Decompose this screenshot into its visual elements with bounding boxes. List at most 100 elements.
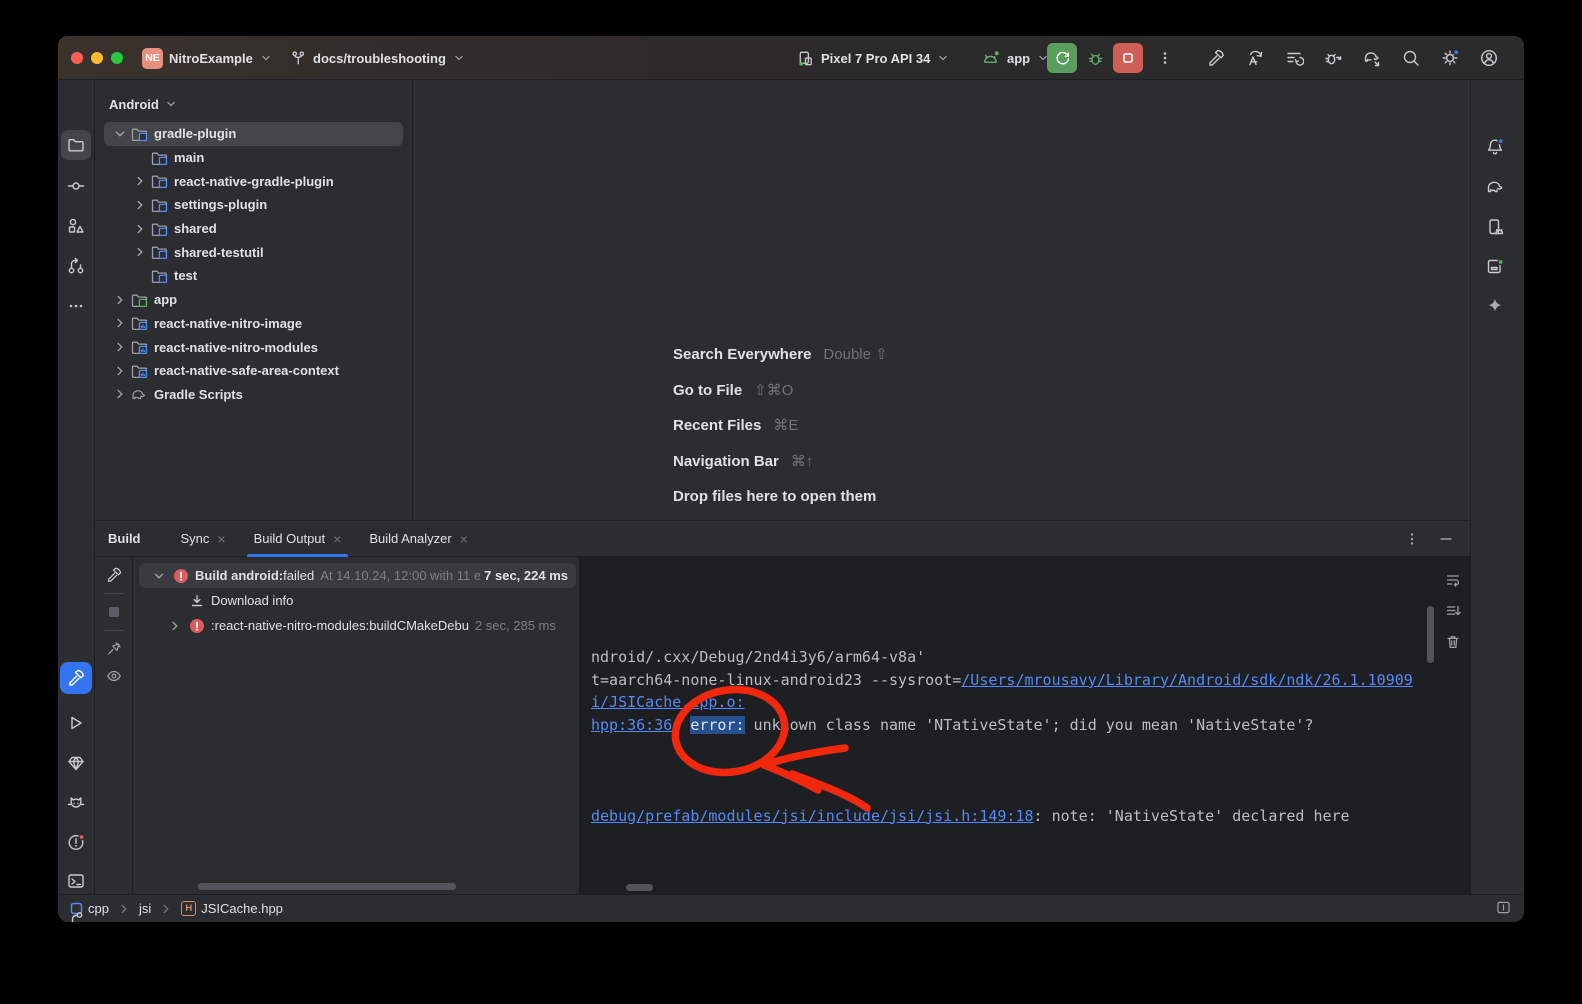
more-actions-button[interactable] [1150,43,1180,73]
module-folder-icon [151,173,168,189]
vcs-branch-widget[interactable]: docs/troubleshooting [290,36,466,80]
view-options-icon[interactable] [105,667,123,685]
soft-wrap-icon[interactable] [1444,571,1462,589]
build-tree-row[interactable]: Download info [133,588,579,613]
more-tools-button[interactable] [61,291,91,321]
project-view-selector[interactable]: Android [95,86,412,122]
build-tree-row[interactable]: Build android: failedAt 14.10.24, 12:00 … [139,563,576,588]
titlebar-actions [1196,36,1508,80]
tree-item-gradle-scripts[interactable]: Gradle Scripts [104,383,403,407]
run-tool-button[interactable] [61,708,91,738]
minimize-button[interactable] [91,52,103,64]
device-selector[interactable]: Pixel 7 Pro API 34 [796,36,950,80]
kebab-menu-icon[interactable] [1404,531,1420,547]
build-variants-button[interactable] [1274,48,1313,68]
pin-icon[interactable] [105,640,123,658]
device-manager-tool-button[interactable] [1480,212,1510,242]
hide-panel-icon[interactable] [1438,531,1454,547]
tree-item-test[interactable]: test [104,264,403,288]
terminal-tool-button[interactable] [61,866,91,896]
tree-item-react-native-gradle-plugin[interactable]: react-native-gradle-plugin [104,169,403,193]
problems-tool-button[interactable] [61,827,91,857]
horizontal-scrollbar[interactable] [626,884,653,891]
tree-chevron-icon[interactable] [112,126,128,142]
attach-debugger-button[interactable] [1313,48,1352,68]
tab-sync[interactable]: Sync× [171,521,236,556]
chevron-spacer [132,150,148,166]
console-text: unknown class name 'NTativeState'; did y… [745,716,1314,734]
download-icon [189,593,205,609]
vertical-scrollbar[interactable] [1427,606,1434,663]
project-widget[interactable]: NE NitroExample [142,36,273,80]
scroll-to-end-icon[interactable] [1444,602,1462,620]
tab-build-analyzer[interactable]: Build Analyzer× [359,521,478,556]
tree-chevron-icon[interactable] [112,292,128,308]
pull-requests-tool-button[interactable] [61,251,91,281]
tree-item-settings-plugin[interactable]: settings-plugin [104,193,403,217]
tree-item-main[interactable]: main [104,146,403,170]
tab-build-output[interactable]: Build Output× [244,521,352,556]
close-tab-icon[interactable]: × [333,532,341,546]
shortcut-label: Recent Files [673,417,761,434]
console-file-link[interactable]: debug/prefab/modules/jsi/include/jsi/jsi… [591,807,1034,825]
tree-item-react-native-nitro-modules[interactable]: react-native-nitro-modules [104,335,403,359]
gradle-sync-button[interactable] [1352,48,1391,68]
tree-chevron-icon[interactable] [132,221,148,237]
profiler-tool-button[interactable] [61,748,91,778]
git-tool-button[interactable] [61,905,91,922]
tree-item-label: shared-testutil [174,245,264,260]
notifications-widget[interactable] [1495,899,1512,919]
close-tab-icon[interactable]: × [217,532,225,546]
settings-button[interactable] [1430,48,1469,68]
running-devices-tool-button[interactable] [1480,251,1510,281]
tree-item-gradle-plugin[interactable]: gradle-plugin [104,122,403,146]
project-tool-button[interactable] [61,130,91,160]
search-everywhere-button[interactable] [1391,48,1430,68]
gradle-tool-button[interactable] [1480,172,1510,202]
tree-chevron-icon[interactable] [132,197,148,213]
zoom-button[interactable] [111,52,123,64]
run-config-selector[interactable]: app [980,36,1050,80]
tree-item-shared[interactable]: shared [104,217,403,241]
account-button[interactable] [1469,48,1508,68]
console-line: ndroid/.cxx/Debug/2nd4i3y6/arm64-v8a' [591,646,1436,669]
build-tree-row[interactable]: :react-native-nitro-modules:buildCMakeDe… [133,613,579,638]
stop-build-icon[interactable] [105,603,123,621]
tree-item-react-native-nitro-image[interactable]: react-native-nitro-image [104,312,403,336]
tree-chevron-icon[interactable] [132,244,148,260]
device-name: Pixel 7 Pro API 34 [821,51,930,66]
tree-chevron-icon[interactable] [112,339,128,355]
tree-chevron-icon[interactable] [112,363,128,379]
stop-button[interactable] [1113,43,1143,73]
horizontal-scrollbar[interactable] [198,883,456,890]
breadcrumb-item-jsicache-hpp[interactable]: HJSICache.hpp [181,901,283,916]
tree-item-shared-testutil[interactable]: shared-testutil [104,240,403,264]
tree-chevron-icon[interactable] [112,315,128,331]
tree-chevron-icon[interactable] [167,618,183,634]
tree-chevron-icon[interactable] [151,568,167,584]
tree-chevron-icon[interactable] [132,173,148,189]
notifications-tool-button[interactable] [1480,132,1510,162]
ai-assistant-tool-button[interactable] [1480,291,1510,321]
console-text: : note: 'NativeState' declared here [1034,807,1350,825]
close-tab-icon[interactable]: × [460,532,468,546]
structure-tool-button[interactable] [61,211,91,241]
build-tool-button[interactable] [60,662,92,694]
tree-chevron-icon[interactable] [112,386,128,402]
close-button[interactable] [71,52,83,64]
rerun-button[interactable] [1047,43,1077,73]
breadcrumb-item-jsi[interactable]: jsi [139,901,151,916]
debug-button[interactable] [1080,43,1110,73]
rerun-build-icon[interactable] [105,566,123,584]
console-file-link[interactable]: i/JSICache.cpp.o: [591,693,745,711]
console-file-link[interactable]: hpp:36:36 [591,716,672,734]
apply-changes-button[interactable] [1235,48,1274,68]
module-folder-icon [151,150,168,166]
tree-item-app[interactable]: app [104,288,403,312]
build-project-button[interactable] [1196,48,1235,68]
clear-all-icon[interactable] [1444,633,1462,651]
tree-item-react-native-safe-area-context[interactable]: react-native-safe-area-context [104,359,403,383]
commit-tool-button[interactable] [61,171,91,201]
console-file-link[interactable]: /Users/mrousavy/Library/Android/sdk/ndk/… [961,671,1413,689]
logcat-tool-button[interactable] [61,788,91,818]
